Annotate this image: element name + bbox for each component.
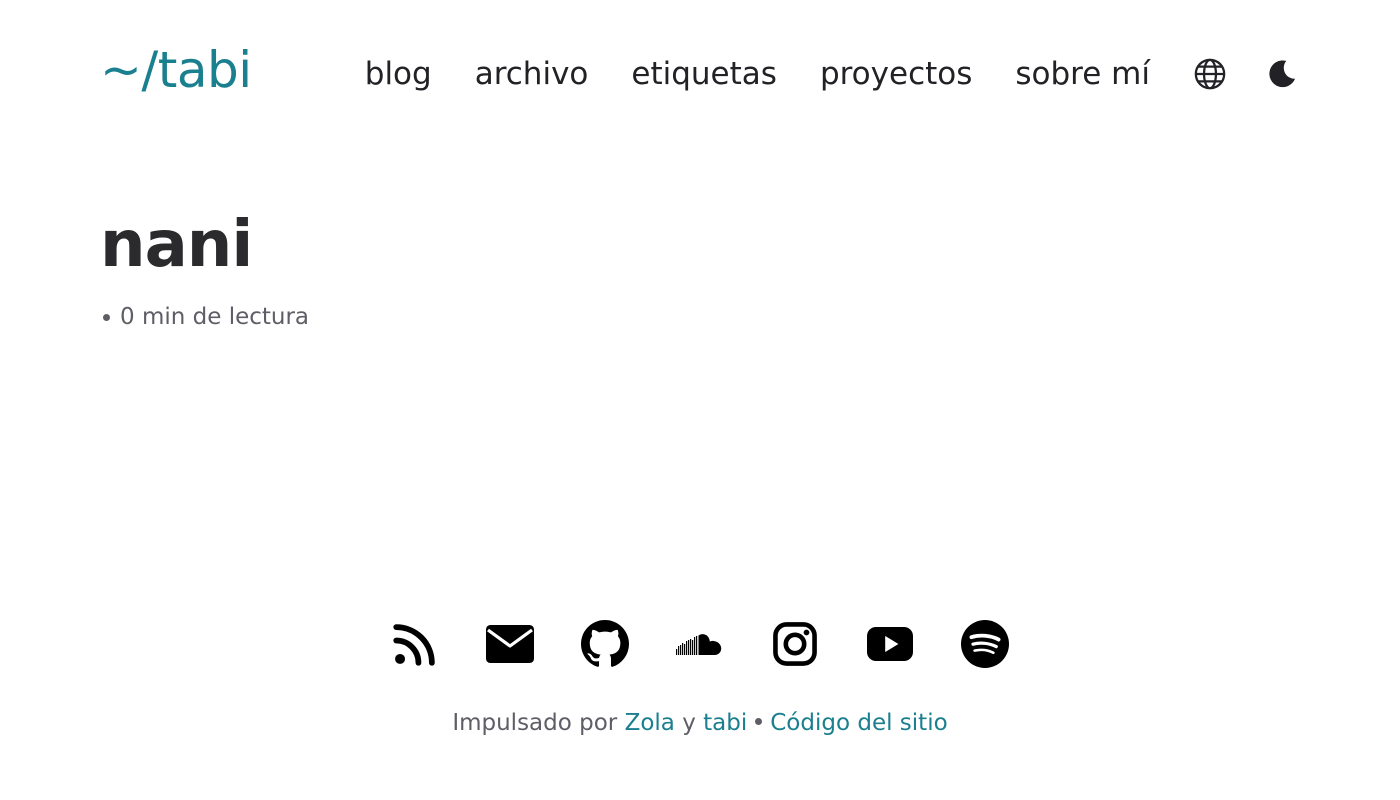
page: ~/tabi blog archivo etiquetas proyectos …	[0, 0, 1400, 800]
tabi-link[interactable]: tabi	[703, 710, 747, 736]
soundcloud-icon	[676, 634, 722, 655]
reading-time: 0 min de lectura	[120, 304, 310, 330]
youtube-link[interactable]	[865, 618, 915, 670]
email-icon	[486, 625, 534, 663]
main-content: nani 0 min de lectura	[100, 200, 1300, 330]
conjunction-text: y	[682, 710, 696, 736]
rss-icon	[393, 624, 435, 666]
instagram-icon	[773, 622, 817, 666]
nav-link-sobre-mi[interactable]: sobre mí	[1015, 52, 1150, 96]
zola-link[interactable]: Zola	[625, 710, 675, 736]
nav-link-etiquetas[interactable]: etiquetas	[631, 52, 777, 96]
post-meta: 0 min de lectura	[100, 304, 1300, 330]
github-link[interactable]	[580, 618, 630, 670]
email-link[interactable]	[485, 618, 535, 670]
post-title: nani	[100, 208, 253, 282]
site-header: ~/tabi blog archivo etiquetas proyectos …	[100, 36, 1300, 116]
instagram-link[interactable]	[770, 618, 820, 670]
spotify-link[interactable]	[960, 618, 1010, 670]
globe-icon	[1194, 58, 1226, 90]
github-icon	[581, 620, 629, 667]
meta-bullet	[103, 313, 110, 321]
nav-link-proyectos[interactable]: proyectos	[820, 52, 972, 96]
language-switcher-button[interactable]	[1192, 56, 1228, 92]
rss-link[interactable]	[390, 618, 440, 670]
main-nav: blog archivo etiquetas proyectos sobre m…	[365, 52, 1300, 96]
youtube-icon	[867, 627, 913, 661]
footer-credits: Impulsado por Zola y tabi Código del siti…	[0, 706, 1400, 740]
source-code-link[interactable]: Código del sitio	[770, 710, 947, 736]
theme-toggle-button[interactable]	[1264, 56, 1300, 92]
social-links	[0, 618, 1400, 670]
powered-by-text: Impulsado por	[452, 710, 618, 736]
site-title-link[interactable]: ~/tabi	[100, 42, 252, 98]
moon-icon	[1269, 60, 1296, 88]
spotify-icon	[961, 620, 1009, 668]
soundcloud-link[interactable]	[675, 618, 725, 670]
credits-separator	[755, 718, 763, 725]
nav-link-archivo[interactable]: archivo	[475, 52, 589, 96]
nav-link-blog[interactable]: blog	[365, 52, 432, 96]
